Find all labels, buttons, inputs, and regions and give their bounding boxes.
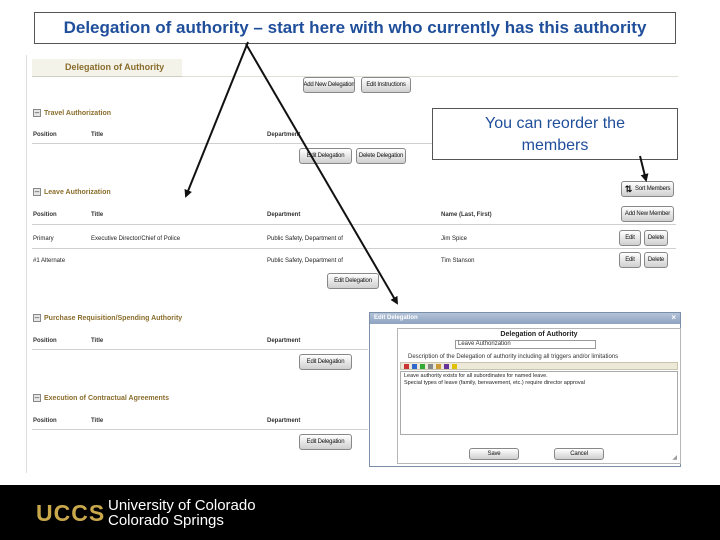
description-label: Description of the Delegation of authori… (408, 354, 619, 360)
collapse-icon[interactable]: – (33, 109, 41, 117)
format-icon[interactable] (428, 364, 433, 369)
format-icon[interactable] (436, 364, 441, 369)
section-title: Travel Authorization (44, 109, 112, 117)
column-header-title: Title (91, 418, 104, 424)
add-member-button[interactable]: Add New Member (621, 206, 674, 222)
edit-delegation-button[interactable]: Edit Delegation (327, 273, 379, 289)
column-header-department: Department (267, 212, 301, 218)
format-icon[interactable] (452, 364, 457, 369)
row-title: Executive Director/Chief of Police (91, 236, 181, 242)
column-header-department: Department (267, 338, 301, 344)
section-header-travel[interactable]: – Travel Authorization (33, 107, 111, 119)
screenshot-edge (26, 55, 27, 473)
column-header-position: Position (33, 418, 57, 424)
callout-reorder-line1: You can reorder the (485, 115, 625, 132)
edit-delegation-button[interactable]: Edit Delegation (299, 354, 352, 370)
edit-instructions-button[interactable]: Edit Instructions (361, 77, 411, 93)
add-delegation-button[interactable]: Add New Delegation (303, 77, 355, 93)
column-header-title: Title (91, 132, 104, 138)
cancel-button[interactable]: Cancel (554, 448, 604, 460)
editor-toolbar (400, 362, 678, 370)
format-icon[interactable] (404, 364, 409, 369)
delete-member-button[interactable]: Delete (644, 252, 668, 268)
divider (32, 349, 368, 350)
column-header-title: Title (91, 338, 104, 344)
row-name: Jim Spice (441, 236, 468, 242)
description-line: Leave authority exists for all subordina… (404, 373, 548, 379)
collapse-icon[interactable]: – (33, 188, 41, 196)
column-header-department: Department (267, 132, 301, 138)
save-button[interactable]: Save (469, 448, 519, 460)
edit-delegation-button[interactable]: Edit Delegation (299, 434, 352, 450)
edit-member-button[interactable]: Edit (619, 252, 641, 268)
row-position: Primary (33, 236, 54, 242)
sort-arrows-icon: ⇅ (624, 183, 633, 194)
sort-members-label: Sort Members (635, 186, 671, 192)
callout-reorder-line2: members (521, 137, 589, 154)
section-title: Purchase Requisition/Spending Authority (44, 314, 183, 322)
format-icon[interactable] (444, 364, 449, 369)
callout-start-here-text: Delegation of authority – start here wit… (63, 18, 647, 37)
row-name: Tim Stanson (441, 258, 475, 264)
uccs-logo: UCCS (36, 500, 106, 526)
divider (32, 224, 676, 225)
column-header-position: Position (33, 338, 57, 344)
format-icon[interactable] (420, 364, 425, 369)
column-header-position: Position (33, 212, 57, 218)
row-department: Public Safety, Department of (267, 258, 343, 264)
delegation-name-input[interactable]: Leave Authorization (455, 340, 596, 349)
collapse-icon[interactable]: – (33, 394, 41, 402)
column-header-department: Department (267, 418, 301, 424)
column-header-position: Position (33, 132, 57, 138)
dialog-title: Edit Delegation (374, 315, 418, 321)
edit-delegation-dialog: Edit Delegation × Delegation of Authorit… (369, 312, 681, 467)
delete-member-button[interactable]: Delete (644, 230, 668, 246)
resize-handle-icon[interactable]: ◢ (672, 454, 677, 461)
callout-reorder: You can reorder the members (432, 108, 678, 160)
section-header-leave[interactable]: – Leave Authorization (33, 186, 111, 198)
collapse-icon[interactable]: – (33, 314, 41, 322)
row-position: #1 Alternate (33, 258, 66, 264)
sort-members-button[interactable]: ⇅ Sort Members (621, 181, 674, 197)
section-title: Execution of Contractual Agreements (44, 394, 169, 402)
description-line: Special types of leave (family, bereavem… (404, 380, 585, 386)
row-department: Public Safety, Department of (267, 236, 343, 242)
close-icon[interactable]: × (671, 313, 676, 322)
dialog-titlebar[interactable]: Edit Delegation × (370, 313, 680, 324)
dialog-form: Delegation of Authority Leave Authorizat… (397, 328, 681, 464)
divider (32, 429, 368, 430)
format-icon[interactable] (412, 364, 417, 369)
edit-delegation-button[interactable]: Edit Delegation (299, 148, 352, 164)
column-header-name: Name (Last, First) (441, 212, 492, 218)
edit-member-button[interactable]: Edit (619, 230, 641, 246)
page-title: Delegation of Authority (32, 59, 182, 77)
callout-start-here: Delegation of authority – start here wit… (34, 12, 676, 44)
column-header-title: Title (91, 212, 104, 218)
dialog-heading: Delegation of Authority (500, 331, 578, 338)
divider (32, 248, 676, 249)
section-title: Leave Authorization (44, 188, 111, 196)
delete-delegation-button[interactable]: Delete Delegation (356, 148, 406, 164)
description-textarea[interactable]: Leave authority exists for all subordina… (400, 371, 678, 435)
footer-campus-name: Colorado Springs (108, 512, 224, 529)
title-divider (182, 76, 678, 77)
section-header-purchase[interactable]: – Purchase Requisition/Spending Authorit… (33, 312, 182, 324)
section-header-contracts[interactable]: – Execution of Contractual Agreements (33, 392, 169, 404)
